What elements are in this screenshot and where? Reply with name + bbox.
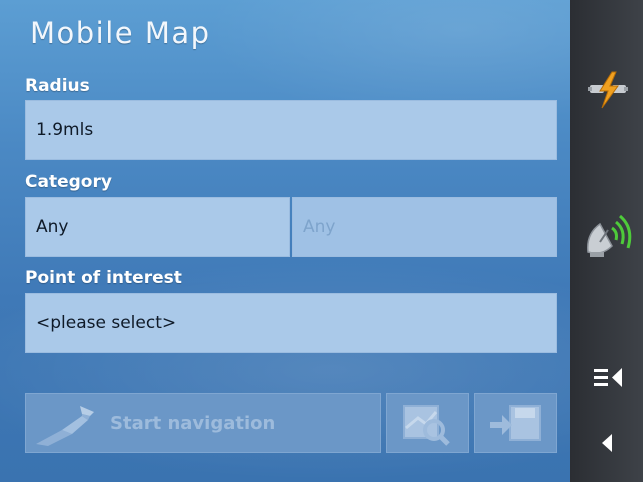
map-search-icon: [403, 405, 450, 446]
save-destination-icon: [490, 405, 541, 441]
navigation-route-icon: [36, 406, 94, 446]
gps-satellite-icon: [587, 214, 632, 257]
app-title: Mobile Map: [30, 16, 211, 50]
save-destination-button[interactable]: [474, 393, 557, 453]
power-icon: [588, 71, 628, 109]
sidebar: [570, 0, 643, 482]
app-window: Mobile Map Radius 1.9mls Category Any An…: [0, 0, 643, 482]
menu-button[interactable]: [594, 366, 624, 390]
start-navigation-label: Start navigation: [110, 413, 276, 434]
start-navigation-button[interactable]: Start navigation: [25, 393, 381, 453]
back-button[interactable]: [598, 430, 618, 456]
category-label: Category: [25, 172, 112, 192]
poi-field[interactable]: <please select>: [25, 293, 557, 353]
category-field[interactable]: Any: [25, 197, 290, 257]
poi-label: Point of interest: [25, 268, 182, 288]
radius-label: Radius: [25, 76, 90, 96]
subcategory-field: Any: [292, 197, 557, 257]
back-icon: [602, 434, 612, 452]
gps-status-button[interactable]: [582, 212, 634, 260]
menu-icon: [594, 368, 622, 387]
radius-field[interactable]: 1.9mls: [25, 100, 557, 160]
main-panel: Mobile Map Radius 1.9mls Category Any An…: [0, 0, 570, 482]
power-button[interactable]: [588, 70, 628, 110]
show-on-map-button[interactable]: [386, 393, 469, 453]
